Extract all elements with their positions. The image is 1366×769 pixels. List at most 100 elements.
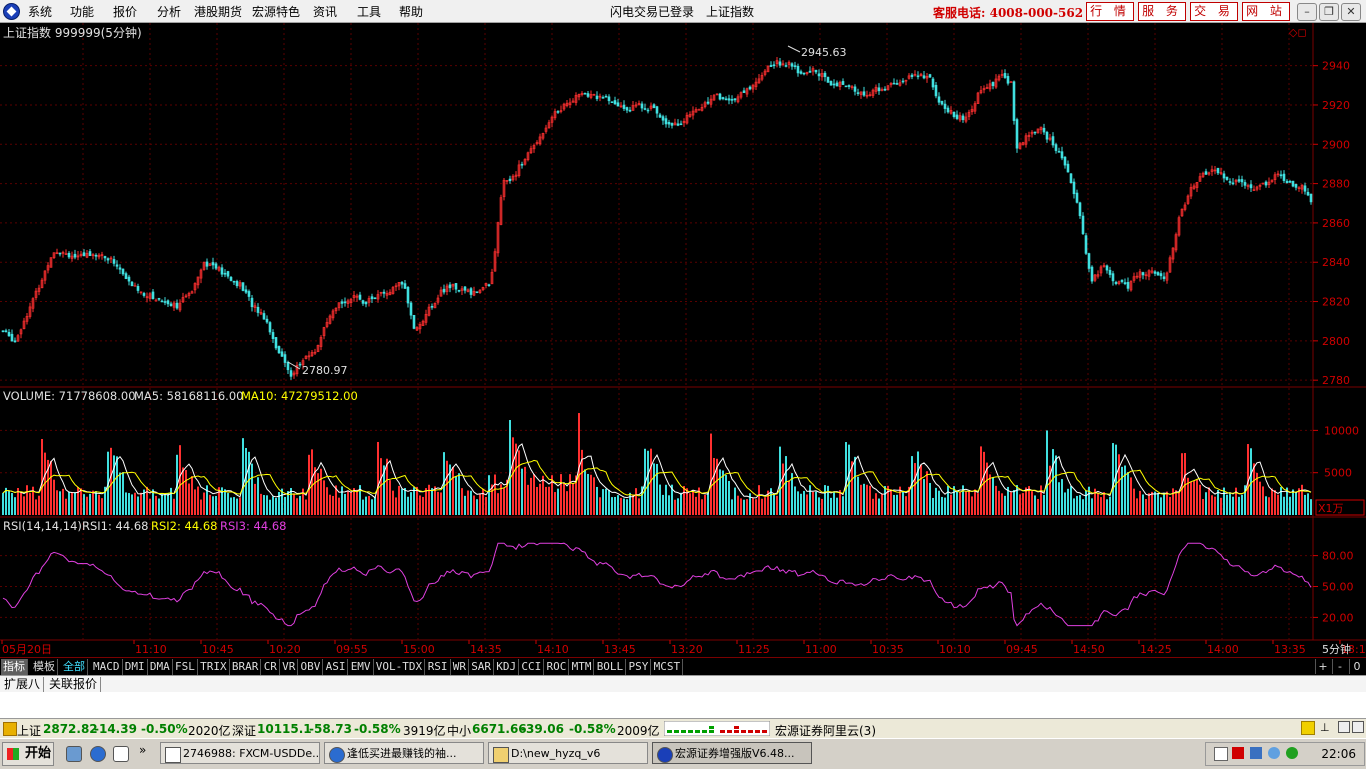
tab-emv[interactable]: EMV — [349, 659, 374, 675]
candle-body — [640, 103, 644, 109]
volume-bar — [1121, 466, 1123, 515]
menu-system[interactable]: 系统 — [28, 3, 52, 20]
chart-area[interactable]: 上证指数 999999(5分钟) ◇◻ VOLUME: 71778608.00 … — [0, 23, 1366, 658]
tab-mcst[interactable]: MCST — [652, 659, 684, 675]
close-icon[interactable]: ✕ — [1341, 3, 1361, 21]
security-icon[interactable] — [1268, 747, 1280, 759]
volume-bar — [569, 474, 571, 515]
volume-bar — [200, 499, 202, 515]
tab-boll[interactable]: BOLL — [595, 659, 627, 675]
tab-related-quotes[interactable]: 关联报价 — [46, 677, 102, 692]
tab-asi[interactable]: ASI — [324, 659, 349, 675]
tab-sar[interactable]: SAR — [469, 659, 495, 675]
tab-vol-tdx[interactable]: VOL-TDX — [374, 659, 426, 675]
task-hongyuan[interactable]: 宏源证券增强版V6.48... — [652, 742, 812, 764]
tab-mtm[interactable]: MTM — [570, 659, 595, 675]
restore-icon[interactable]: ❐ — [1319, 3, 1339, 21]
candle-body — [508, 178, 512, 182]
task-folder[interactable]: D:\new_hyzq_v6 — [488, 742, 648, 764]
settings-icon[interactable] — [1352, 721, 1364, 733]
update-icon[interactable] — [1286, 747, 1298, 759]
volume-bar — [707, 491, 709, 515]
candle-body — [1108, 269, 1112, 275]
notice-icon[interactable] — [1301, 721, 1315, 735]
candle-body — [244, 289, 248, 293]
tab-macd[interactable]: MACD — [91, 659, 123, 675]
menu-help[interactable]: 帮助 — [399, 3, 423, 20]
volume-bar — [719, 469, 721, 515]
volume-bar — [941, 496, 943, 515]
window-icon[interactable] — [113, 746, 129, 762]
tab-cci[interactable]: CCI — [519, 659, 545, 675]
menu-tools[interactable]: 工具 — [357, 3, 381, 20]
candle-body — [646, 109, 650, 112]
volume-bar — [623, 498, 625, 515]
more-icon[interactable]: » — [139, 743, 146, 757]
menu-hk-futures[interactable]: 港股期货 — [194, 3, 242, 20]
flag-icon[interactable] — [1232, 747, 1244, 759]
volume-bar — [194, 489, 196, 515]
volume-bar — [1055, 455, 1057, 515]
volume-bar — [320, 468, 322, 515]
tab-fsl[interactable]: FSL — [173, 659, 198, 675]
menu-analysis[interactable]: 分析 — [157, 3, 181, 20]
tab-dma[interactable]: DMA — [148, 659, 173, 675]
volume-bar — [8, 491, 10, 515]
network-icon[interactable] — [1250, 747, 1262, 759]
menu-hongyuan[interactable]: 宏源特色 — [252, 3, 300, 20]
price-tick-label: 2900 — [1322, 138, 1350, 151]
tab-cr[interactable]: CR — [262, 659, 280, 675]
start-button[interactable]: 开始 — [2, 742, 54, 766]
volume-bar — [764, 497, 766, 515]
market-button[interactable]: 行 情 — [1086, 2, 1134, 21]
menu-news[interactable]: 资讯 — [313, 3, 337, 20]
menu-quote[interactable]: 报价 — [113, 3, 137, 20]
market-icon[interactable] — [3, 722, 17, 736]
tab-roc[interactable]: ROC — [545, 659, 570, 675]
volume-bar — [1265, 496, 1267, 515]
tab-wr[interactable]: WR — [451, 659, 470, 675]
task-browser[interactable]: 逢低买进最赚钱的袖... — [324, 742, 484, 764]
ie-icon[interactable] — [90, 746, 106, 762]
menu-function[interactable]: 功能 — [70, 3, 94, 20]
candle-body — [358, 294, 362, 300]
service-button[interactable]: 服 务 — [1138, 2, 1186, 21]
volume-bar — [737, 495, 739, 515]
tab-指标[interactable]: 指标 — [1, 659, 28, 675]
desktop-icon[interactable] — [66, 746, 82, 762]
tab-模板[interactable]: 模板 — [31, 659, 58, 675]
time-tick-label: 11:00 — [805, 643, 837, 656]
volume-bar — [800, 493, 802, 515]
volume-bar — [848, 444, 850, 515]
zoom-out-button[interactable]: - — [1332, 659, 1347, 674]
tab-trix[interactable]: TRIX — [198, 659, 230, 675]
tab-vr[interactable]: VR — [280, 659, 299, 675]
volume-bar — [833, 491, 835, 515]
task-fxcm[interactable]: 2746988: FXCM-USDDe... — [160, 742, 320, 764]
tab-extension-8[interactable]: 扩展八 — [1, 677, 45, 692]
website-button[interactable]: 网 站 — [1242, 2, 1290, 21]
tab-brar[interactable]: BRAR — [230, 659, 262, 675]
candle-body — [1075, 192, 1079, 203]
tab-全部[interactable]: 全部 — [61, 659, 88, 675]
tab-dmi[interactable]: DMI — [123, 659, 148, 675]
candle-body — [343, 301, 347, 304]
candle-body — [364, 301, 368, 305]
zoom-in-button[interactable]: + — [1315, 659, 1330, 674]
tab-rsi[interactable]: RSI — [426, 659, 451, 675]
tab-obv[interactable]: OBV — [299, 659, 324, 675]
expand-icon[interactable]: ◇◻ — [1289, 26, 1307, 39]
tab-psy[interactable]: PSY — [627, 659, 652, 675]
candle-body — [1006, 76, 1010, 84]
trade-button[interactable]: 交 易 — [1190, 2, 1238, 21]
tab-kdj[interactable]: KDJ — [494, 659, 520, 675]
keyboard-icon[interactable] — [1214, 747, 1228, 761]
volume-bar — [422, 496, 424, 515]
period-label[interactable]: 5分钟 — [1322, 642, 1351, 656]
minimize-icon[interactable]: – — [1297, 3, 1317, 21]
volume-bar — [170, 487, 172, 515]
candle-body — [814, 70, 818, 73]
lock-icon[interactable] — [1338, 721, 1350, 733]
candle-body — [1153, 271, 1157, 274]
reset-button[interactable]: 0 — [1349, 659, 1364, 674]
